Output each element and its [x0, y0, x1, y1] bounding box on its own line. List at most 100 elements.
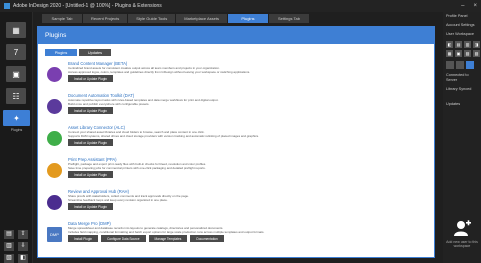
panel-line-1: Account Settings	[446, 23, 475, 27]
panel-action-button[interactable]	[466, 61, 474, 69]
plugin-action-button[interactable]: Configure Data Source	[101, 235, 146, 242]
panel-action-button[interactable]	[446, 61, 454, 69]
people-icon: ☷	[12, 91, 20, 101]
status-line-2: Library Synced	[446, 87, 472, 91]
panel-line-2: User Workspace	[446, 32, 474, 36]
tool-icon-5[interactable]: ▧	[4, 254, 14, 263]
plugin-body: Print Prep Assistant (PPA) Preflight, pac…	[68, 157, 438, 189]
plugin-body: Data Merge Pro (DMP) Merge spreadsheet an…	[68, 221, 438, 253]
panel-action-button[interactable]	[456, 61, 464, 69]
tool-icon-6[interactable]: ◧	[18, 254, 28, 263]
app-icon	[4, 3, 10, 9]
plugin-description: Supports DAM systems, shared drives and …	[68, 134, 259, 138]
dialog-header: Plugins	[38, 27, 434, 44]
panel-tool-icon[interactable]: ▧	[464, 50, 471, 57]
add-user-icon	[454, 220, 471, 236]
plugin-buttons: Install or Update Plugin	[68, 203, 438, 210]
add-user-label: Add new user to this workspace	[446, 240, 478, 248]
plugin-action-button[interactable]: Install or Update Plugin	[68, 203, 113, 210]
nav-apps[interactable]: ▦	[6, 22, 26, 38]
tool-icon-3[interactable]: ▥	[4, 242, 14, 251]
tab-5[interactable]: Settings Tab	[268, 14, 309, 23]
tab-0[interactable]: Sample Tab	[42, 14, 82, 23]
tab-3[interactable]: Marketplace Assets	[176, 14, 227, 23]
plugin-buttons: Install or Update Plugin	[68, 75, 438, 82]
plugin-list: Brand Content Manager (BETA) Centralized …	[47, 61, 429, 253]
apps-icon: ▦	[12, 25, 20, 35]
plugin-buttons: Install or Update Plugin	[68, 139, 438, 146]
plugin-logo-icon: DMP	[47, 227, 62, 242]
tab-2[interactable]: Style Guide Tools	[128, 14, 176, 23]
tool-icon-1[interactable]: ▤	[4, 230, 14, 239]
plugin-row: Print Prep Assistant (PPA) Preflight, pac…	[47, 157, 429, 189]
calendar-icon: 7	[13, 47, 19, 57]
plugin-row: Document Automation Toolkit (DAT) Automat…	[47, 93, 429, 125]
main-area: Sample Tab Recent Projects Style Guide T…	[33, 12, 443, 263]
panel-tool-icon[interactable]: ◨	[473, 41, 480, 48]
window-controls: – ×	[461, 3, 477, 9]
subtab-updates[interactable]: Updates	[79, 49, 111, 56]
plugin-action-button[interactable]: Install or Update Plugin	[68, 171, 113, 178]
plugin-buttons: Install or Update Plugin	[68, 107, 438, 114]
title-bar: Adobe InDesign 2020 - [Untitled-1 @ 100%…	[0, 0, 481, 12]
subtab-plugins[interactable]: Plugins	[45, 49, 77, 56]
dialog-title: Plugins	[45, 32, 67, 39]
bottom-tools: ▤ ⇧ ▥ ⇩ ▧ ◧	[4, 230, 29, 263]
tab-bar: Sample Tab Recent Projects Style Guide T…	[42, 14, 309, 23]
plugin-action-button[interactable]: Documentation	[190, 235, 224, 242]
status-line-3: Updates	[446, 102, 461, 106]
plugin-body: Document Automation Toolkit (DAT) Automat…	[68, 93, 438, 125]
plugin-body: Review and Approval Hub (RAH) Share proof…	[68, 189, 438, 221]
plugin-body: Brand Content Manager (BETA) Centralized …	[68, 61, 438, 93]
panel-tool-grid: ◧ ▤ ▥ ◨ ▦ ▣ ▧ ▨	[443, 39, 481, 59]
plugin-description: Includes field mapping, conditional form…	[68, 230, 265, 234]
plugin-row: DMP Data Merge Pro (DMP) Merge spreadsheet…	[47, 221, 429, 253]
tool-icon-4[interactable]: ⇩	[18, 242, 28, 251]
tool-icon-2[interactable]: ⇧	[18, 230, 28, 239]
add-user-button[interactable]	[451, 220, 473, 238]
window-title: Adobe InDesign 2020 - [Untitled-1 @ 100%…	[13, 3, 162, 9]
plugin-logo-icon	[47, 163, 62, 178]
plugin-row: Review and Approval Hub (RAH) Share proof…	[47, 189, 429, 221]
status-line-1: Connected to Server	[446, 73, 469, 82]
plugin-description: Streamline feedback loops and keep every…	[68, 198, 168, 202]
plugin-description: Save time preparing jobs for commercial …	[68, 166, 206, 170]
nav-plugins[interactable]: ✦	[3, 110, 30, 126]
plugins-dialog: Plugins Plugins Updates Brand Content Ma…	[37, 26, 435, 258]
tab-1[interactable]: Recent Projects	[83, 14, 128, 23]
plugins-icon: ✦	[13, 113, 20, 123]
close-button[interactable]: ×	[473, 3, 477, 9]
plugin-buttons: Install or Update Plugin	[68, 171, 438, 178]
plugin-action-button[interactable]: Install Plugin	[68, 235, 99, 242]
panel-tool-icon[interactable]: ▥	[464, 41, 471, 48]
subtab-bar: Plugins Updates	[45, 49, 111, 56]
plugin-logo-icon	[47, 67, 62, 82]
plugin-row: Brand Content Manager (BETA) Centralized …	[47, 61, 429, 93]
tab-plugins[interactable]: Plugins	[227, 14, 268, 23]
panel-action-buttons	[443, 59, 481, 71]
panel-tool-icon[interactable]: ▤	[455, 41, 462, 48]
panel-tool-icon[interactable]: ▦	[446, 50, 453, 57]
meeting-icon: ▣	[12, 69, 20, 79]
plugin-body: Asset Library Connector (ALC) Connect you…	[68, 125, 438, 157]
plugin-logo-icon	[47, 131, 62, 146]
panel-header: Profile Panel	[446, 14, 468, 18]
plugin-action-button[interactable]: Install or Update Plugin	[68, 107, 113, 114]
nav-meeting[interactable]: ▣	[6, 66, 26, 82]
panel-tool-icon[interactable]: ▨	[473, 50, 480, 57]
panel-tool-icon[interactable]: ▣	[455, 50, 462, 57]
plugin-description: Build once and publish everywhere with c…	[68, 102, 150, 106]
plugin-logo-icon	[47, 99, 62, 114]
plugin-action-button[interactable]: Manage Templates	[148, 235, 188, 242]
minimize-button[interactable]: –	[461, 3, 464, 9]
nav-plugins-label: Plugins	[10, 128, 23, 132]
plugin-action-button[interactable]: Install or Update Plugin	[68, 139, 113, 146]
plugin-logo-icon	[47, 195, 62, 210]
nav-people[interactable]: ☷	[6, 88, 26, 104]
panel-tool-icon[interactable]: ◧	[446, 41, 453, 48]
nav-calendar[interactable]: 7	[6, 44, 26, 60]
plugin-description: Access approved logos, colors, templates…	[68, 70, 251, 74]
plugin-buttons: Install Plugin Configure Data Source Manag…	[68, 235, 438, 242]
plugin-action-button[interactable]: Install or Update Plugin	[68, 75, 113, 82]
left-navigation: ▦ 7 ▣ ☷ ✦ Plugins ▤ ⇧ ▥ ⇩ ▧ ◧	[0, 12, 33, 263]
